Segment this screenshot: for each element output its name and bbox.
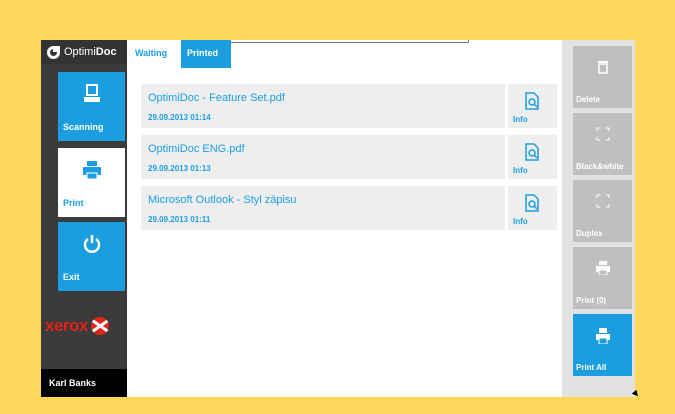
xerox-ball-icon [90,317,109,335]
duplex-button-label: Duplex [576,229,603,238]
delete-button-label: Delete [576,95,601,104]
print-button-label: Print (0) [576,296,607,305]
duplex-icon [573,194,632,208]
document-item[interactable]: OptimiDoc - Feature Set.pdf 29.09.2013 0… [141,84,505,128]
document-search-icon [524,92,540,115]
printer-icon [573,261,632,275]
printer-icon [573,328,632,344]
document-date: 29.09.2013 01:11 [148,215,211,224]
print-all-button-label: Print All [576,363,607,372]
xerox-logo: xerox [45,316,109,336]
info-label: Info [513,115,528,124]
sidebar-item-exit[interactable]: Exit [58,222,125,291]
duplex-button[interactable]: Duplex [573,180,632,242]
document-item[interactable]: OptimiDoc ENG.pdf 29.09.2013 01:13 [141,135,505,179]
info-label: Info [513,166,528,175]
sidebar-item-print[interactable]: Print [58,148,125,217]
document-row[interactable]: OptimiDoc ENG.pdf 29.09.2013 01:13 Info [141,135,557,179]
logo-text-bold: Doc [95,46,117,58]
color-mode-icon [573,127,632,141]
document-item[interactable]: Microsoft Outlook - Styl zápisu 29.09.20… [141,186,505,230]
print-button[interactable]: Print (0) [573,247,632,309]
delete-button[interactable]: Delete [573,46,632,108]
document-date: 29.09.2013 01:13 [148,164,211,173]
printer-icon [58,160,125,180]
document-info-button[interactable]: Info [508,135,557,179]
document-name: Microsoft Outlook - Styl zápisu [148,194,297,206]
document-row[interactable]: OptimiDoc - Feature Set.pdf 29.09.2013 0… [141,84,557,128]
document-name: OptimiDoc - Feature Set.pdf [148,92,285,104]
trash-icon [573,60,632,74]
top-divider [216,40,469,43]
user-name: Karl Banks [41,369,127,397]
logo-text-prefix: Optimi [64,46,96,58]
xerox-logo-text: xerox [45,316,88,335]
scanner-icon [58,84,125,104]
sidebar: Optimi Doc Scanning Print Exit xerox Kar… [41,40,127,397]
document-search-icon [524,143,540,166]
black-and-white-button[interactable]: Black&white [573,113,632,175]
black-and-white-button-label: Black&white [576,162,624,171]
power-icon [58,234,125,254]
document-search-icon [524,194,540,217]
optimidoc-logo-icon [47,45,60,59]
print-all-button[interactable]: Print All [573,314,632,376]
sidebar-item-label: Exit [63,272,80,282]
tab-printed[interactable]: Printed [181,40,231,68]
optimidoc-logo: Optimi Doc [41,40,127,64]
sidebar-item-label: Print [63,198,84,208]
action-panel: Delete Black&white Duplex Print (0) Prin… [562,40,635,397]
optimidoc-screen: Optimi Doc Scanning Print Exit xerox Kar… [41,40,635,397]
info-label: Info [513,217,528,226]
document-date: 29.09.2013 01:14 [148,113,211,122]
document-name: OptimiDoc ENG.pdf [148,143,245,155]
sidebar-item-label: Scanning [63,122,104,132]
document-info-button[interactable]: Info [508,186,557,230]
sidebar-item-scanning[interactable]: Scanning [58,72,125,141]
tab-waiting[interactable]: Waiting [129,40,174,68]
document-row[interactable]: Microsoft Outlook - Styl zápisu 29.09.20… [141,186,557,230]
document-info-button[interactable]: Info [508,84,557,128]
